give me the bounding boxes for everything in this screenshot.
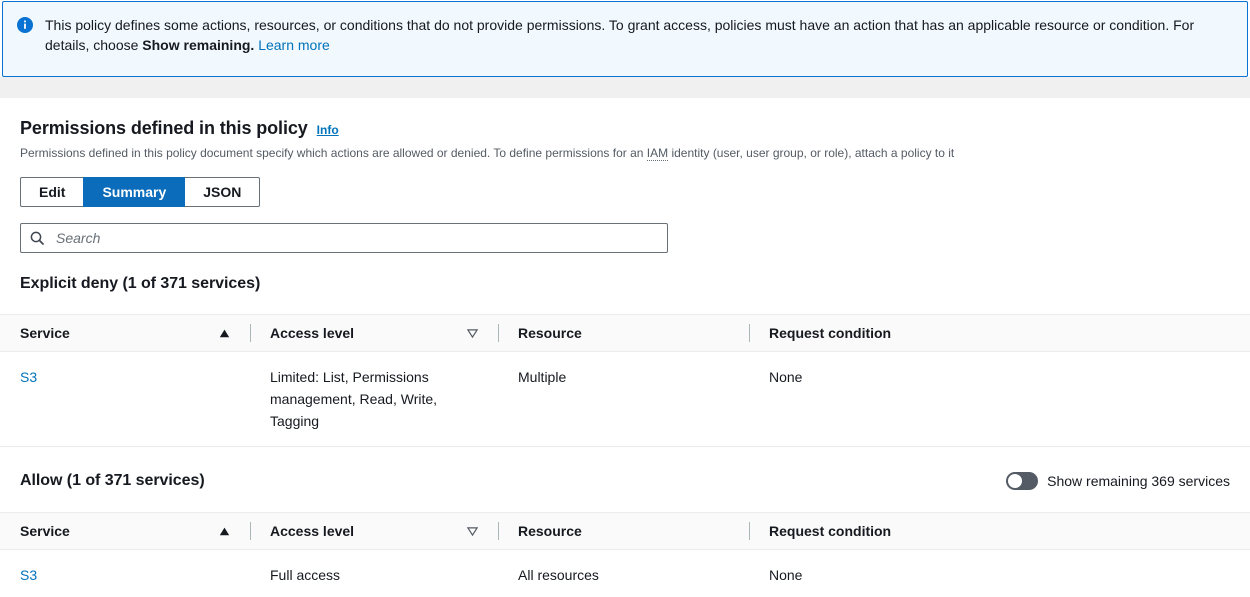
alert-message: This policy defines some actions, resour… xyxy=(45,15,1231,55)
cell-service: S3 xyxy=(0,550,250,597)
tab-json[interactable]: JSON xyxy=(184,177,260,207)
column-label-access-level: Access level xyxy=(270,523,467,539)
title-row: Permissions defined in this policy Info xyxy=(20,117,1230,139)
description-lead: Permissions defined in this policy docum… xyxy=(20,146,647,160)
panel-header: Permissions defined in this policy Info … xyxy=(0,98,1250,253)
info-alert-banner: This policy defines some actions, resour… xyxy=(2,1,1248,77)
column-label-service: Service xyxy=(20,523,219,539)
column-label-resource: Resource xyxy=(518,523,749,539)
cell-resource: All resources xyxy=(498,550,749,597)
column-header-service[interactable]: Service xyxy=(0,315,250,352)
column-header-access-level[interactable]: Access level xyxy=(250,315,498,352)
column-header-access-level[interactable]: Access level xyxy=(250,513,498,550)
show-remaining-services-toggle[interactable]: Show remaining 369 services xyxy=(1006,472,1230,490)
allow-section-header: Allow (1 of 371 services) Show remaining… xyxy=(0,472,1250,490)
service-link-s3[interactable]: S3 xyxy=(20,369,37,385)
sort-ascending-filled-icon[interactable] xyxy=(219,527,230,536)
cell-access-level: Full access xyxy=(250,550,498,597)
column-label-resource: Resource xyxy=(518,325,749,341)
iam-abbreviation: IAM xyxy=(647,146,668,161)
panel-description: Permissions defined in this policy docum… xyxy=(20,145,1230,161)
sort-descending-outline-icon[interactable] xyxy=(467,527,478,536)
description-tail: identity (user, user group, or role), at… xyxy=(668,146,954,160)
cell-request-condition: None xyxy=(749,352,1250,447)
table-header-row: Service Access level xyxy=(0,513,1250,550)
sort-descending-outline-icon[interactable] xyxy=(467,329,478,338)
permissions-panel: Permissions defined in this policy Info … xyxy=(0,98,1250,597)
info-link[interactable]: Info xyxy=(317,123,339,137)
page-title: Permissions defined in this policy xyxy=(20,117,308,139)
search-input[interactable] xyxy=(54,229,658,247)
sort-ascending-filled-icon[interactable] xyxy=(219,329,230,338)
column-label-request-condition: Request condition xyxy=(769,325,1250,341)
column-header-service[interactable]: Service xyxy=(0,513,250,550)
column-label-service: Service xyxy=(20,325,219,341)
service-link-s3[interactable]: S3 xyxy=(20,567,37,583)
cell-access-level: Limited: List, Permissions management, R… xyxy=(250,352,498,447)
table-header-row: Service Access level xyxy=(0,315,1250,352)
allow-table: Service Access level xyxy=(0,512,1250,597)
column-header-request-condition[interactable]: Request condition xyxy=(749,315,1250,352)
table-row: S3 Limited: List, Permissions management… xyxy=(0,352,1250,447)
search-container[interactable] xyxy=(20,223,668,253)
info-circle-icon xyxy=(17,17,33,33)
table-row: S3 Full access All resources None xyxy=(0,550,1250,597)
tab-summary[interactable]: Summary xyxy=(83,177,185,207)
explicit-deny-heading: Explicit deny (1 of 371 services) xyxy=(20,275,260,293)
alert-banner-container: This policy defines some actions, resour… xyxy=(0,1,1250,77)
explicit-deny-table: Service Access level xyxy=(0,314,1250,447)
search-icon xyxy=(30,231,44,245)
explicit-deny-section-header: Explicit deny (1 of 371 services) xyxy=(0,275,1250,293)
toggle-label: Show remaining 369 services xyxy=(1047,473,1230,489)
column-header-resource[interactable]: Resource xyxy=(498,315,749,352)
column-header-request-condition[interactable]: Request condition xyxy=(749,513,1250,550)
cell-service: S3 xyxy=(0,352,250,447)
toggle-switch-knob xyxy=(1008,474,1022,488)
cell-request-condition: None xyxy=(749,550,1250,597)
learn-more-link[interactable]: Learn more xyxy=(258,37,330,53)
column-header-resource[interactable]: Resource xyxy=(498,513,749,550)
column-label-request-condition: Request condition xyxy=(769,523,1250,539)
column-label-access-level: Access level xyxy=(270,325,467,341)
section-gap xyxy=(0,77,1250,98)
tab-edit[interactable]: Edit xyxy=(20,177,84,207)
allow-heading: Allow (1 of 371 services) xyxy=(20,472,205,490)
cell-resource: Multiple xyxy=(498,352,749,447)
view-mode-segmented-control[interactable]: Edit Summary JSON xyxy=(20,177,260,207)
toggle-switch-track[interactable] xyxy=(1006,472,1038,490)
alert-emphasis-show-remaining: Show remaining. xyxy=(142,37,254,53)
